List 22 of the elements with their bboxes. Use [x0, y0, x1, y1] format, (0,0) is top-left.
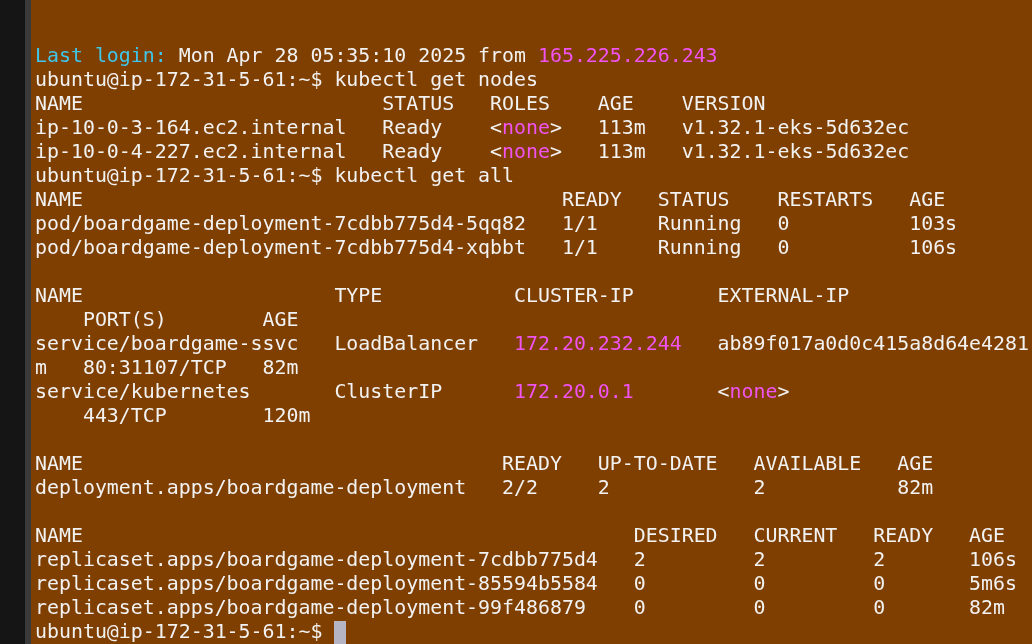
terminal-line: m 80:31107/TCP 82m — [35, 356, 299, 380]
terminal-line: ip-10-0-4-227.ec2.internal Ready <none> 113m v1.32.1-eks-5d632ec — [35, 140, 910, 164]
terminal-line: NAME TYPE CLUSTER-IP EXTERNAL-IP — [35, 284, 850, 308]
terminal-line: service/kubernetes ClusterIP 172.20.0.1 <none> — [35, 380, 790, 404]
terminal-line: NAME DESIRED CURRENT READY AGE — [35, 524, 1005, 548]
terminal-line: service/boardgame-ssvc LoadBalancer 172.20.232.244 ab89f017a0d0c415a8d64e4281 — [35, 332, 1029, 356]
terminal-line: replicaset.apps/boardgame-deployment-7cdbb775d4 2 2 2 106s — [35, 548, 1017, 572]
terminal-line: pod/boardgame-deployment-7cdbb775d4-xqbbt 1/1 Running 0 106s — [35, 236, 958, 260]
terminal-line: NAME STATUS ROLES AGE VERSION — [35, 92, 766, 116]
terminal-line: deployment.apps/boardgame-deployment 2/2 2 2 82m — [35, 476, 934, 500]
terminal-line: ubuntu@ip-172-31-5-61:~$ kubectl get nodes — [35, 68, 538, 92]
terminal-line: NAME READY UP-TO-DATE AVAILABLE AGE — [35, 452, 934, 476]
terminal-line: PORT(S) AGE — [81, 308, 299, 332]
terminal-line: ip-10-0-3-164.ec2.internal Ready <none> 113m v1.32.1-eks-5d632ec — [35, 116, 910, 140]
terminal-line: replicaset.apps/boardgame-deployment-99f486879 0 0 0 82m — [35, 596, 1005, 620]
terminal-line: Last login: Mon Apr 28 05:35:10 2025 from 165.225.226.243 — [35, 44, 718, 68]
terminal-line: replicaset.apps/boardgame-deployment-85594b5584 0 0 0 5m6s — [35, 572, 1017, 596]
terminal-line: ubuntu@ip-172-31-5-61:~$ — [35, 620, 324, 644]
terminal-line: 443/TCP 120m — [81, 404, 311, 428]
terminal-line: NAME READY STATUS RESTARTS AGE — [35, 188, 946, 212]
terminal-line: ubuntu@ip-172-31-5-61:~$ kubectl get all — [35, 164, 514, 188]
terminal-line: pod/boardgame-deployment-7cdbb775d4-5qq82 1/1 Running 0 103s — [35, 212, 958, 236]
